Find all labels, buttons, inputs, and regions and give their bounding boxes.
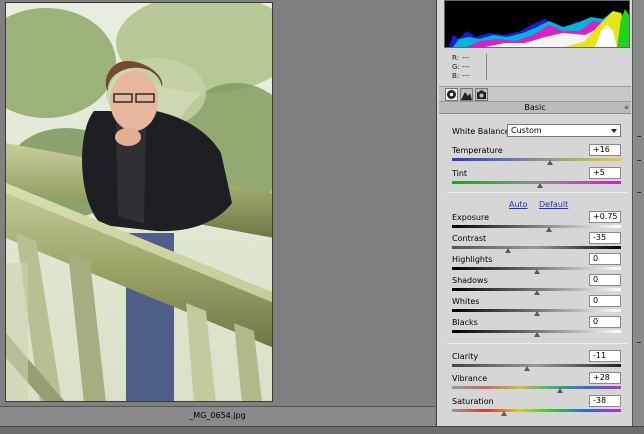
clarity-label: Clarity <box>452 352 479 361</box>
temperature-slider-track[interactable] <box>452 158 621 161</box>
clarity-value[interactable]: -11 <box>589 350 621 362</box>
default-link[interactable]: Default <box>539 200 568 209</box>
rgb-readout: R: --- G: --- B: --- <box>444 52 630 82</box>
section-title: Basic <box>524 103 546 112</box>
contrast-slider-track[interactable] <box>452 246 621 249</box>
saturation-value[interactable]: -38 <box>589 395 621 407</box>
photo-preview[interactable] <box>5 2 273 402</box>
panel-scrollbar[interactable] <box>632 0 644 426</box>
vibrance-slider-track[interactable] <box>452 386 621 389</box>
blacks-slider-thumb[interactable] <box>533 332 540 337</box>
vibrance-slider-thumb[interactable] <box>557 388 564 393</box>
photo-illustration <box>6 3 272 401</box>
chevron-down-icon <box>611 129 617 133</box>
scroll-tick <box>637 136 641 137</box>
exposure-slider-thumb[interactable] <box>546 227 553 232</box>
histogram <box>444 0 630 48</box>
saturation-label: Saturation <box>452 397 494 406</box>
readout-divider <box>486 54 487 80</box>
whites-label: Whites <box>452 297 480 306</box>
whites-value[interactable]: 0 <box>589 295 621 307</box>
contrast-label: Contrast <box>452 234 487 243</box>
blue-readout: B: --- <box>452 72 470 80</box>
camera-icon <box>477 90 486 99</box>
red-readout: R: --- <box>452 54 470 62</box>
highlights-value[interactable]: 0 <box>589 253 621 265</box>
white-balance-select[interactable]: Custom <box>507 124 621 137</box>
aperture-icon <box>447 90 456 99</box>
tint-value[interactable]: +5 <box>589 167 621 179</box>
temperature-slider-thumb[interactable] <box>547 160 554 165</box>
shadows-label: Shadows <box>452 276 488 285</box>
tab-camera[interactable] <box>475 88 488 101</box>
shadows-value[interactable]: 0 <box>589 274 621 286</box>
exposure-value[interactable]: +0.75 <box>589 211 621 223</box>
whites-slider-thumb[interactable] <box>533 311 540 316</box>
contrast-value[interactable]: -35 <box>589 232 621 244</box>
blacks-label: Blacks <box>452 318 478 327</box>
adjustments-panel: R: --- G: --- B: --- Basic ≡ White Balan… <box>436 0 632 426</box>
section-header-basic: Basic ≡ <box>439 102 631 114</box>
vibrance-value[interactable]: +28 <box>589 372 621 384</box>
clarity-slider-track[interactable] <box>452 364 621 367</box>
shadows-slider-thumb[interactable] <box>533 290 540 295</box>
temperature-value[interactable]: +16 <box>589 144 621 156</box>
section-divider <box>447 343 627 344</box>
white-balance-label: White Balance: <box>452 127 513 136</box>
highlights-label: Highlights <box>452 255 493 264</box>
highlights-slider-thumb[interactable] <box>533 269 540 274</box>
exposure-slider-track[interactable] <box>452 225 621 228</box>
scroll-tick <box>637 342 641 343</box>
temperature-label: Temperature <box>452 146 503 155</box>
vibrance-label: Vibrance <box>452 374 488 383</box>
tint-slider-thumb[interactable] <box>536 183 543 188</box>
panel-tab-bar <box>439 86 631 102</box>
image-canvas[interactable] <box>0 0 435 406</box>
scroll-tick <box>637 160 641 161</box>
contrast-slider-thumb[interactable] <box>504 248 511 253</box>
status-bar: _MG_0654.jpg <box>0 406 435 426</box>
bottom-strip <box>0 426 644 434</box>
tab-tone-curve[interactable] <box>460 88 473 101</box>
mountain-tone-curve-icon <box>461 92 472 100</box>
green-readout: G: --- <box>452 63 470 71</box>
clarity-slider-thumb[interactable] <box>524 366 531 371</box>
panel-menu-icon[interactable]: ≡ <box>624 104 629 112</box>
tab-basic[interactable] <box>445 88 458 101</box>
filename-label: _MG_0654.jpg <box>189 411 246 420</box>
scroll-tick <box>637 192 641 193</box>
section-divider <box>447 192 627 193</box>
saturation-slider-track[interactable] <box>452 409 621 412</box>
blacks-value[interactable]: 0 <box>589 316 621 328</box>
histogram-graph <box>445 1 629 47</box>
auto-link[interactable]: Auto <box>509 200 528 209</box>
tint-label: Tint <box>452 169 468 178</box>
exposure-label: Exposure <box>452 213 490 222</box>
white-balance-value: Custom <box>511 126 542 135</box>
saturation-slider-thumb[interactable] <box>501 411 508 416</box>
